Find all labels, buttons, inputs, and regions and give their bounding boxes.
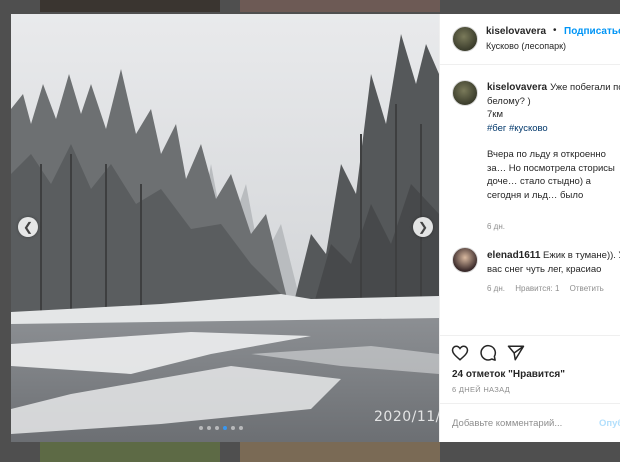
- post-time-ago: 6 ДНЕЙ НАЗАД: [452, 385, 511, 394]
- background-post-thumbnail[interactable]: [40, 0, 220, 12]
- post-header: kiselovavera • Подписаться Кусково (лесо…: [440, 14, 620, 65]
- post-comment-button[interactable]: Опубликовать: [599, 418, 620, 429]
- comment-reply-button[interactable]: Ответить: [570, 284, 604, 293]
- caption-hashtags[interactable]: #бег #кусково: [487, 123, 548, 134]
- post-actions: 24 отметок "Нравится" 6 ДНЕЙ НАЗАД Опубл…: [440, 335, 620, 442]
- carousel-dots: [199, 426, 243, 430]
- comment-input[interactable]: [452, 418, 592, 429]
- caption-text: kiselovavera Уже побегали по белому? ) 7к…: [487, 81, 620, 202]
- carousel-dot: [199, 426, 203, 430]
- speech-bubble-icon[interactable]: [479, 344, 497, 362]
- author-avatar[interactable]: [452, 26, 478, 52]
- carousel-dot: [215, 426, 219, 430]
- post-sidebar: kiselovavera • Подписаться Кусково (лесо…: [439, 14, 620, 442]
- caption-age: 6 дн.: [487, 222, 505, 231]
- carousel-dot: [207, 426, 211, 430]
- background-post-thumbnail[interactable]: [240, 0, 440, 12]
- background-post-thumbnail[interactable]: [40, 442, 220, 462]
- caption-distance: 7км: [487, 109, 503, 120]
- post-location[interactable]: Кусково (лесопарк): [486, 41, 566, 51]
- chevron-right-icon: ❯: [417, 220, 429, 234]
- commenter-avatar[interactable]: [452, 247, 478, 273]
- snowy-forest-photo: [11, 14, 439, 442]
- likes-count[interactable]: 24 отметок "Нравится": [452, 369, 565, 380]
- post-photo[interactable]: ❮ ❯ 2020/11/: [11, 14, 439, 442]
- caption-username[interactable]: kiselovavera: [487, 82, 547, 93]
- caption-author-avatar[interactable]: [452, 80, 478, 106]
- follow-button[interactable]: Подписаться: [564, 26, 620, 37]
- carousel-next-button[interactable]: ❯: [413, 217, 433, 237]
- post-modal: ❮ ❯ 2020/11/ kiselovavera • Подписаться …: [11, 14, 620, 442]
- author-username[interactable]: kiselovavera: [486, 26, 546, 37]
- action-icons: [451, 344, 525, 362]
- chevron-left-icon: ❮: [22, 220, 34, 234]
- background-post-thumbnail[interactable]: [240, 442, 440, 462]
- commenter-username[interactable]: elenad1611: [487, 250, 540, 261]
- paper-plane-icon[interactable]: [507, 344, 525, 362]
- carousel-dot: [223, 426, 227, 430]
- caption-body: Вчера по льду я откроенно за… Но посмотр…: [487, 149, 615, 201]
- comment-meta: 6 дн. Нравится: 1 Ответить: [487, 284, 612, 293]
- add-comment-bar: Опубликовать: [440, 403, 620, 442]
- comments-list[interactable]: kiselovavera Уже побегали по белому? ) 7к…: [440, 65, 620, 335]
- carousel-dot: [231, 426, 235, 430]
- heart-icon[interactable]: [451, 344, 469, 362]
- comment-age: 6 дн.: [487, 284, 505, 293]
- photo-date-stamp: 2020/11/: [374, 409, 439, 425]
- carousel-dot: [239, 426, 243, 430]
- header-separator: •: [553, 25, 557, 36]
- comment-text: elenad1611 Ежик в тумане)). У вас снег ч…: [487, 249, 620, 276]
- carousel-prev-button[interactable]: ❮: [18, 217, 38, 237]
- comment-likes-count[interactable]: Нравится: 1: [515, 284, 559, 293]
